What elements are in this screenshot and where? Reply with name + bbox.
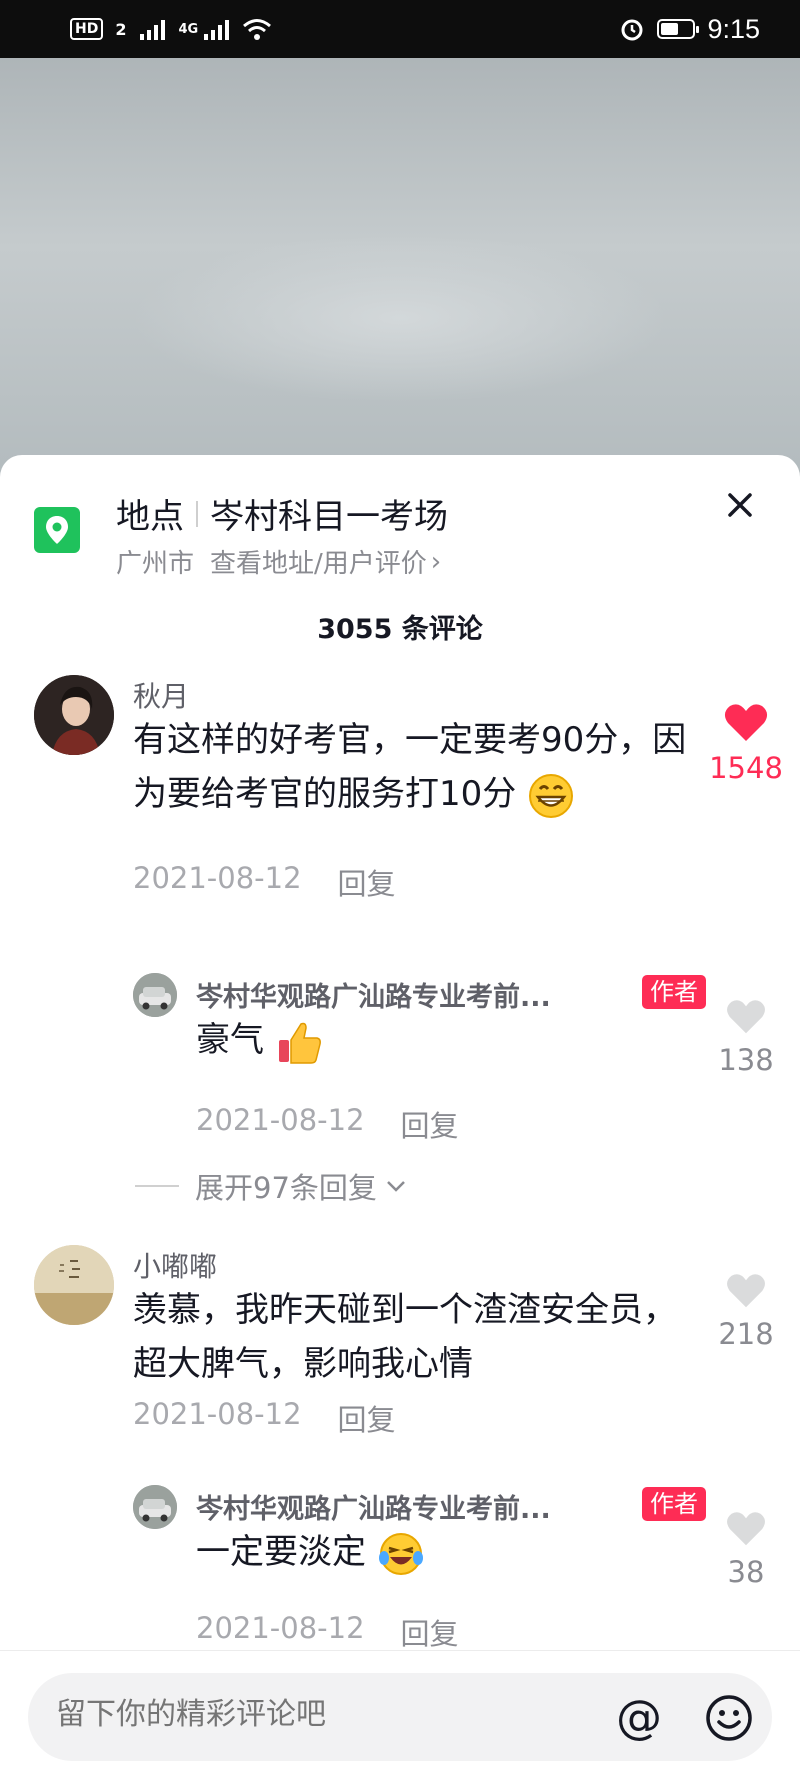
reply-button[interactable]: 回复 (401, 1611, 459, 1653)
location-divider (196, 500, 198, 527)
comment-meta: 2021-08-12 回复 (133, 1397, 396, 1439)
reply-meta: 2021-08-12 回复 (196, 1103, 459, 1145)
reply-text: 豪气 (196, 1013, 323, 1067)
like-button[interactable]: 218 (706, 1273, 786, 1351)
reply-date: 2021-08-12 (196, 1103, 365, 1137)
chevron-right-icon: › (430, 546, 442, 577)
reply-date: 2021-08-12 (196, 1611, 365, 1645)
clock: 9:15 (707, 13, 760, 44)
like-count: 38 (727, 1555, 765, 1589)
close-icon[interactable] (720, 485, 760, 525)
chevron-down-icon (387, 1181, 405, 1192)
status-left: HD 2 4G (70, 17, 272, 41)
hd-badge: HD (70, 18, 104, 40)
comment-input[interactable] (54, 1697, 618, 1733)
location-title-row: 地点 岑村科目一考场 (116, 489, 448, 538)
comment-username[interactable]: 小嘟嘟 (133, 1245, 217, 1285)
comment-count: 3055 条评论 (317, 614, 483, 645)
reply-text-body: 一定要淡定 (196, 1532, 366, 1572)
heart-outline-icon (727, 1274, 765, 1308)
status-bar: HD 2 4G 9:15 (0, 0, 800, 58)
comment-input-pill[interactable]: @ (28, 1673, 772, 1761)
reply-text: 一定要淡定 (196, 1525, 425, 1579)
reply-meta: 2021-08-12 回复 (196, 1611, 459, 1653)
comment-text-body: 有这样的好考官，一定要考90分，因为要给考官的服务打10分 (133, 720, 687, 814)
alarm-icon (621, 19, 643, 41)
signal-icon (140, 20, 166, 40)
avatar[interactable] (133, 1485, 177, 1529)
comment-input-bar: @ (0, 1650, 800, 1779)
like-count: 1548 (709, 751, 783, 785)
like-count: 138 (718, 1043, 774, 1077)
sim-indicator: 2 (115, 19, 127, 39)
like-count: 218 (718, 1317, 774, 1351)
wifi-icon (243, 19, 272, 40)
location-pin-icon (34, 507, 80, 553)
battery-icon (657, 19, 700, 39)
expand-divider (135, 1185, 179, 1187)
location-sub-row: 广州市 查看地址/用户评价 › (116, 543, 441, 580)
reply-button[interactable]: 回复 (338, 861, 396, 903)
avatar[interactable] (34, 1245, 114, 1325)
video-background[interactable] (0, 58, 800, 478)
reply-text-body: 豪气 (196, 1020, 264, 1060)
laughing-tears-icon (378, 1532, 423, 1575)
expand-replies[interactable]: 展开97条回复 (135, 1165, 409, 1207)
comment-date: 2021-08-12 (133, 1397, 302, 1431)
emoji-icon[interactable] (704, 1693, 754, 1743)
reply-username[interactable]: 岑村华观路广汕路专业考前... (196, 975, 551, 1014)
comment-text: 有这样的好考官，一定要考90分，因为要给考官的服务打10分 (133, 713, 693, 821)
comment-text: 羡慕，我昨天碰到一个渣渣安全员，超大脾气，影响我心情 (133, 1283, 693, 1391)
like-button[interactable]: 1548 (706, 703, 786, 785)
heart-outline-icon (727, 1512, 765, 1546)
expand-label: 展开97条回复 (195, 1171, 377, 1205)
location-header[interactable]: 地点 岑村科目一考场 广州市 查看地址/用户评价 › (0, 455, 800, 595)
reply-button[interactable]: 回复 (338, 1397, 396, 1439)
grinning-face-icon (529, 773, 574, 818)
location-link[interactable]: 查看地址/用户评价 (210, 543, 427, 580)
comment-text-body: 羡慕，我昨天碰到一个渣渣安全员，超大脾气，影响我心情 (133, 1290, 677, 1384)
status-right: 9:15 (619, 14, 760, 45)
reply-button[interactable]: 回复 (401, 1103, 459, 1145)
avatar[interactable] (133, 973, 177, 1017)
thumbs-up-icon (278, 1022, 321, 1064)
at-mention-icon[interactable]: @ (616, 1691, 662, 1743)
like-button[interactable]: 138 (706, 999, 786, 1077)
heart-outline-icon (727, 1000, 765, 1034)
signal-4g-icon (204, 20, 230, 40)
author-badge: 作者 (642, 1487, 706, 1521)
network-type: 4G (178, 21, 199, 37)
comment-sheet: 地点 岑村科目一考场 广州市 查看地址/用户评价 › 3055 条评论 秋月 有… (0, 455, 800, 1778)
location-name[interactable]: 岑村科目一考场 (210, 489, 448, 538)
comment-meta: 2021-08-12 回复 (133, 861, 396, 903)
reply-username[interactable]: 岑村华观路广汕路专业考前... (196, 1487, 551, 1526)
comment-username[interactable]: 秋月 (133, 675, 189, 715)
like-button[interactable]: 38 (706, 1511, 786, 1589)
heart-filled-icon (724, 704, 768, 741)
location-label: 地点 (116, 497, 184, 537)
comment-date: 2021-08-12 (133, 861, 302, 895)
author-badge: 作者 (642, 975, 706, 1009)
avatar[interactable] (34, 675, 114, 755)
location-city: 广州市 (116, 549, 195, 579)
